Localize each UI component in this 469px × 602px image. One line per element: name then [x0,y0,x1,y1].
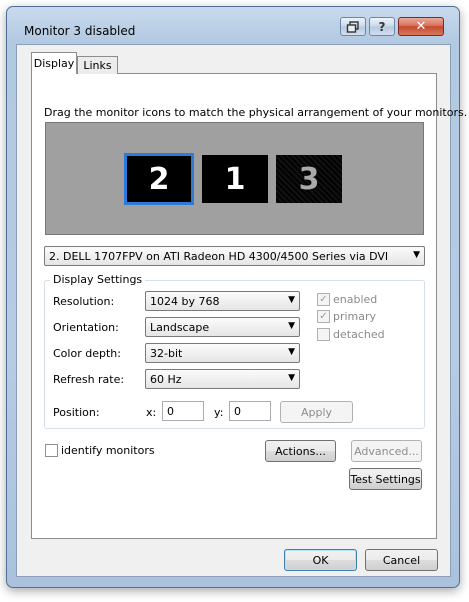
detached-label: detached [333,328,385,341]
chevron-down-icon: ▼ [288,347,295,357]
resolution-select[interactable]: 1024 by 768 ▼ [145,291,300,311]
position-label: Position: [53,406,100,419]
identify-monitors-checkbox[interactable] [45,444,58,457]
apply-button[interactable]: Apply [280,401,353,423]
chevron-down-icon: ▼ [288,295,295,305]
monitor-icon-1[interactable]: 1 [202,155,268,203]
chevron-down-icon: ▼ [413,250,420,260]
enabled-label: enabled [333,293,378,306]
position-y-input[interactable]: 0 [229,401,271,421]
orientation-select[interactable]: Landscape ▼ [145,317,300,337]
detached-checkbox[interactable] [317,328,330,341]
color-depth-value: 32-bit [150,346,183,360]
refresh-rate-select[interactable]: 60 Hz ▼ [145,369,300,389]
close-button[interactable]: ✕ [398,17,444,36]
chevron-down-icon: ▼ [288,373,295,383]
cancel-button[interactable]: Cancel [365,549,438,571]
color-depth-select[interactable]: 32-bit ▼ [145,343,300,363]
monitor-select-value: 2. DELL 1707FPV on ATI Radeon HD 4300/45… [49,249,389,263]
restore-button[interactable] [340,17,366,36]
monitor-select[interactable]: 2. DELL 1707FPV on ATI Radeon HD 4300/45… [44,246,425,266]
orientation-label: Orientation: [53,321,119,334]
color-depth-label: Color depth: [53,347,121,360]
orientation-value: Landscape [150,320,210,334]
instructions-text: Drag the monitor icons to match the phys… [44,106,468,119]
checkmark-icon: ✓ [319,294,328,305]
monitor-icon-3[interactable]: 3 [276,155,342,203]
help-button[interactable]: ? [369,17,395,36]
position-x-input[interactable]: 0 [162,401,204,421]
ok-button[interactable]: OK [284,549,357,571]
position-y-label: y: [214,406,224,419]
refresh-rate-value: 60 Hz [150,372,182,386]
tab-display[interactable]: Display [31,52,77,74]
refresh-rate-label: Refresh rate: [53,373,125,386]
resolution-label: Resolution: [53,295,115,308]
primary-checkbox[interactable]: ✓ [317,310,330,323]
test-settings-button[interactable]: Test Settings [349,468,422,490]
display-settings-label: Display Settings [50,273,146,286]
chevron-down-icon: ▼ [288,321,295,331]
window-title: Monitor 3 disabled [24,24,136,38]
actions-button[interactable]: Actions... [265,440,336,462]
close-icon: ✕ [415,19,427,34]
restore-icon [346,20,359,33]
advanced-button[interactable]: Advanced... [351,440,422,462]
resolution-value: 1024 by 768 [150,294,220,308]
tab-links[interactable]: Links [77,56,118,74]
checkmark-icon: ✓ [319,311,328,322]
primary-label: primary [333,310,377,323]
position-x-label: x: [146,406,157,419]
monitor-icon-2[interactable]: 2 [124,153,194,205]
identify-monitors-label[interactable]: identify monitors [61,444,155,457]
enabled-checkbox[interactable]: ✓ [317,293,330,306]
